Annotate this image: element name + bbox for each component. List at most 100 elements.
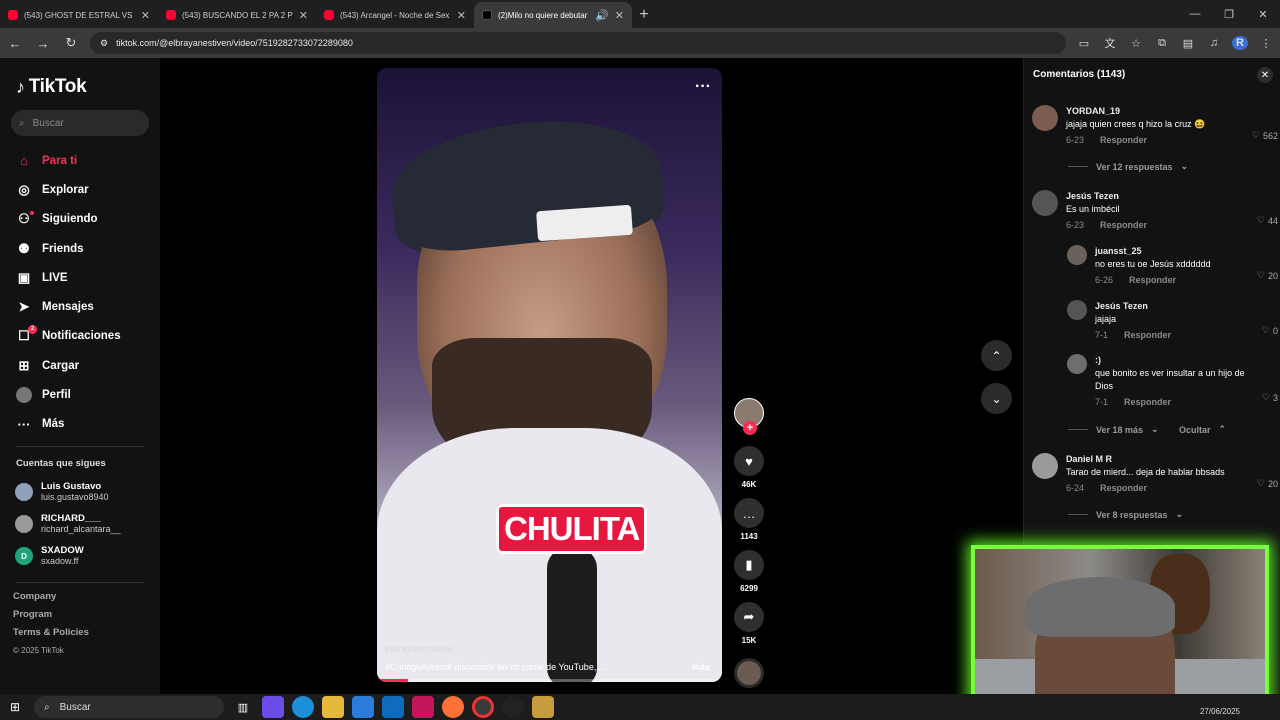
footer-link-program[interactable]: Program	[13, 606, 89, 624]
firefox-icon[interactable]	[442, 696, 464, 718]
close-window-icon[interactable]: ✕	[1246, 0, 1280, 28]
view-more-replies[interactable]: Ver 18 más ⌄	[1068, 424, 1159, 435]
share-arrow-icon[interactable]: ➦	[734, 602, 764, 632]
comment-user[interactable]: :)	[1095, 354, 1272, 367]
comment-like[interactable]: ♡ 20	[1257, 270, 1278, 281]
browser-tab[interactable]: (543) Arcangel - Noche de Sex ✕	[316, 2, 474, 28]
media-controls-icon[interactable]: ♫	[1206, 37, 1222, 49]
new-tab-button[interactable]: +	[632, 2, 656, 28]
translate-icon[interactable]: 文	[1102, 35, 1118, 51]
avatar[interactable]	[1067, 300, 1087, 320]
sidepanel-icon[interactable]: ▤	[1180, 37, 1196, 50]
bookmark-icon[interactable]: ▮	[734, 550, 764, 580]
hide-replies[interactable]: Ocultar ⌃	[1179, 424, 1226, 435]
comment-like[interactable]: ♡ 0	[1262, 325, 1278, 336]
reply-button[interactable]: Responder	[1100, 219, 1147, 232]
obs-icon[interactable]	[502, 696, 524, 718]
edge-icon[interactable]	[292, 696, 314, 718]
tiktok-logo[interactable]: ♪ TikTok	[16, 76, 87, 98]
followed-account[interactable]: RICHARD___ richard_alcantara__	[15, 508, 121, 540]
reply-button[interactable]: Responder	[1124, 329, 1171, 342]
footer-link-company[interactable]: Company	[13, 588, 89, 606]
nav-item-mas[interactable]: ··· Más	[16, 410, 156, 439]
restore-icon[interactable]: ❐	[1212, 0, 1246, 28]
nav-item-para-ti[interactable]: ⌂ Para ti	[16, 146, 156, 175]
close-tab-icon[interactable]: ✕	[299, 9, 308, 22]
description-more-link[interactable]: más	[692, 662, 710, 672]
next-video-chevron-down-icon[interactable]: ⌄	[981, 383, 1012, 414]
music-disc-icon[interactable]	[734, 658, 764, 688]
forward-icon[interactable]: →	[34, 34, 52, 52]
copilot-icon[interactable]	[262, 696, 284, 718]
view-replies[interactable]: Ver 8 respuestas ⌄	[1068, 509, 1183, 520]
reply-button[interactable]: Responder	[1129, 274, 1176, 287]
view-replies[interactable]: Ver 12 respuestas ⌄	[1068, 161, 1188, 172]
close-tab-icon[interactable]: ✕	[141, 9, 150, 22]
video-progress-bar[interactable]	[377, 679, 722, 682]
app-icon[interactable]	[412, 696, 434, 718]
close-comments-icon[interactable]: ✕	[1257, 67, 1273, 83]
browser-tab[interactable]: (543) GHOST DE ESTRAL VS ZE ✕	[0, 2, 158, 28]
nav-item-siguiendo[interactable]: ⚇ Siguiendo	[16, 205, 156, 234]
follow-plus-icon[interactable]: +	[743, 421, 757, 435]
nav-item-cargar[interactable]: ⊞ Cargar	[16, 351, 156, 380]
reload-icon[interactable]: ↻	[62, 34, 80, 52]
video-player[interactable]: ··· CHULITA elbrayanestiven #ContigoApre…	[377, 68, 722, 682]
comment-user[interactable]: Jesús Tezen	[1095, 300, 1272, 313]
avatar[interactable]	[1032, 190, 1058, 216]
league-icon[interactable]	[532, 696, 554, 718]
comment-like[interactable]: ♡ 44	[1257, 215, 1278, 226]
search-input[interactable]: ⌕ Buscar	[11, 110, 149, 136]
nav-item-live[interactable]: ▣ LIVE	[16, 263, 156, 292]
creator-avatar[interactable]: +	[734, 398, 764, 435]
file-explorer-icon[interactable]	[322, 696, 344, 718]
followed-account[interactable]: Luis Gustavo luis.gustavo8940	[15, 476, 121, 508]
browser-tab-active[interactable]: (2)Milo no quiere debutar 🔊 ✕	[474, 2, 632, 28]
avatar[interactable]	[1032, 453, 1058, 479]
extensions-icon[interactable]: ⧉	[1154, 37, 1170, 50]
url-field[interactable]: ⚙ tiktok.com/@elbrayanestiven/video/7519…	[90, 32, 1066, 54]
avatar[interactable]	[1067, 245, 1087, 265]
previous-video-chevron-up-icon[interactable]: ⌃	[981, 340, 1012, 371]
browser-tab[interactable]: (543) BUSCANDO EL 2 PA 2 PER ✕	[158, 2, 316, 28]
footer-link-terms[interactable]: Terms & Policies	[13, 624, 89, 642]
taskbar-search[interactable]: ⌕ Buscar	[34, 696, 224, 718]
like-heart-icon[interactable]: ♥	[734, 446, 764, 476]
outlook-icon[interactable]	[382, 696, 404, 718]
audio-icon[interactable]: 🔊	[595, 9, 609, 22]
comment-user[interactable]: Daniel M R	[1066, 453, 1272, 466]
reply-button[interactable]: Responder	[1100, 134, 1147, 147]
minimize-icon[interactable]: —	[1178, 0, 1212, 28]
comment-user[interactable]: YORDAN_19	[1066, 105, 1272, 118]
avatar[interactable]	[1067, 354, 1087, 374]
avatar[interactable]	[1032, 105, 1058, 131]
comment-user[interactable]: juansst_25	[1095, 245, 1272, 258]
menu-kebab-icon[interactable]: ⋮	[1258, 37, 1274, 50]
nav-item-mensajes[interactable]: ➤ Mensajes	[16, 292, 156, 321]
video-options-icon[interactable]: ···	[695, 78, 711, 96]
nav-item-explorar[interactable]: ◎ Explorar	[16, 175, 156, 204]
comment-user[interactable]: Jesús Tezen	[1066, 190, 1272, 203]
comment-like[interactable]: ♡ 562	[1252, 130, 1278, 141]
nav-item-notificaciones[interactable]: ☐ 2 Notificaciones	[16, 322, 156, 351]
back-icon[interactable]: ←	[6, 34, 24, 52]
profile-avatar[interactable]: R	[1232, 36, 1248, 50]
reply-button[interactable]: Responder	[1100, 482, 1147, 495]
comment-bubble-icon[interactable]: …	[734, 498, 764, 528]
site-info-icon[interactable]: ⚙	[100, 38, 108, 49]
followed-account[interactable]: D SXADOW sxadow.ff	[15, 540, 121, 572]
store-icon[interactable]	[352, 696, 374, 718]
task-view-icon[interactable]: ▥	[232, 696, 254, 718]
windows-start-icon[interactable]: ⊞	[4, 696, 26, 718]
close-tab-icon[interactable]: ✕	[457, 9, 466, 22]
comment-like[interactable]: ♡ 3	[1262, 392, 1278, 403]
video-author[interactable]: elbrayanestiven	[385, 644, 453, 654]
nav-item-perfil[interactable]: Perfil	[16, 380, 156, 409]
close-tab-icon[interactable]: ✕	[615, 9, 624, 22]
reply-button[interactable]: Responder	[1124, 396, 1171, 409]
cast-icon[interactable]: ▭	[1076, 37, 1092, 50]
nav-item-friends[interactable]: ⚉ Friends	[16, 234, 156, 263]
chrome-icon[interactable]	[472, 696, 494, 718]
bookmark-star-icon[interactable]: ☆	[1128, 37, 1144, 50]
comment-like[interactable]: ♡ 20	[1257, 478, 1278, 489]
